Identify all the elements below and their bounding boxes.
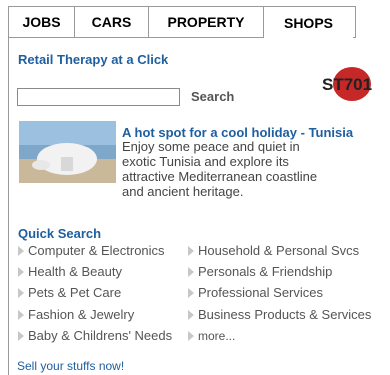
st701-logo: ST701: [322, 67, 372, 101]
quick-search-link-professional-services[interactable]: Professional Services: [188, 285, 323, 300]
quick-search-more-link[interactable]: more...: [188, 329, 235, 343]
tunisia-feature-image[interactable]: [19, 121, 116, 183]
arrow-icon: [188, 331, 194, 341]
feature-description: Enjoy some peace and quiet in exotic Tun…: [122, 139, 318, 199]
arrow-icon: [188, 309, 194, 320]
quick-search-link-pets[interactable]: Pets & Pet Care: [18, 285, 121, 300]
arrow-icon: [18, 245, 24, 256]
feature-title-link[interactable]: A hot spot for a cool holiday - Tunisia: [122, 125, 353, 140]
arrow-icon: [18, 266, 24, 277]
search-input[interactable]: [17, 88, 180, 106]
quick-search-link-fashion-jewelry[interactable]: Fashion & Jewelry: [18, 307, 134, 322]
category-tabs: JOBS CARS PROPERTY SHOPS: [8, 6, 356, 38]
tab-jobs[interactable]: JOBS: [9, 7, 75, 37]
quick-search-link-baby-childrens-needs[interactable]: Baby & Childrens' Needs: [18, 328, 172, 343]
search-button[interactable]: Search: [191, 89, 234, 104]
tab-property[interactable]: PROPERTY: [149, 7, 264, 37]
quick-search-title: Quick Search: [18, 226, 102, 241]
svg-text:ST701: ST701: [322, 75, 372, 94]
sell-your-stuffs-link[interactable]: Sell your stuffs now!: [17, 359, 124, 373]
arrow-icon: [18, 287, 24, 298]
quick-search-link-personals-friendship[interactable]: Personals & Friendship: [188, 264, 332, 279]
promo-title: Retail Therapy at a Click: [18, 52, 169, 67]
quick-search-link-health-beauty[interactable]: Health & Beauty: [18, 264, 122, 279]
quick-search-link-household-personal-svcs[interactable]: Household & Personal Svcs: [188, 243, 359, 258]
quick-search-link-computer-electronics[interactable]: Computer & Electronics: [18, 243, 165, 258]
arrow-icon: [18, 309, 24, 320]
tab-shops[interactable]: SHOPS: [264, 7, 353, 38]
arrow-icon: [188, 287, 194, 298]
quick-search-link-business-products-services[interactable]: Business Products & Services: [188, 307, 371, 322]
arrow-icon: [18, 330, 24, 341]
arrow-icon: [188, 266, 194, 277]
tab-cars[interactable]: CARS: [75, 7, 149, 37]
arrow-icon: [188, 245, 194, 256]
